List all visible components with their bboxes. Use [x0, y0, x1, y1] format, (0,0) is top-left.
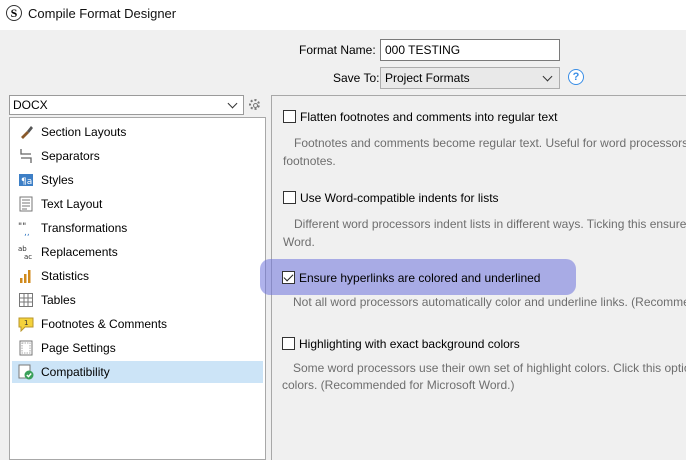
sidebar-list: Section Layouts Separators ¶a Styles Tex…	[9, 117, 266, 460]
scrivener-app-icon: S	[6, 5, 22, 21]
svg-text:,,: ,,	[24, 228, 30, 236]
svg-text:ac: ac	[24, 253, 32, 260]
help-icon[interactable]: ?	[568, 69, 584, 85]
title-bar: S Compile Format Designer	[0, 0, 686, 30]
sidebar-item-styles[interactable]: ¶a Styles	[12, 169, 263, 191]
sidebar-item-tables[interactable]: Tables	[12, 289, 263, 311]
format-type-select[interactable]: DOCX	[9, 95, 244, 115]
save-to-value: Project Formats	[385, 71, 470, 85]
save-to-select[interactable]: Project Formats	[380, 67, 560, 89]
transformations-icon: "",,	[18, 220, 34, 236]
sidebar-item-separators[interactable]: Separators	[12, 145, 263, 167]
format-name-input[interactable]: 000 TESTING	[380, 39, 560, 61]
gear-icon[interactable]	[249, 99, 260, 110]
options-panel-lower: Ensure hyperlinks are colored and underl…	[271, 95, 686, 460]
svg-text:1: 1	[24, 319, 28, 327]
table-icon	[18, 292, 34, 308]
page-settings-icon	[18, 340, 34, 356]
hyperlinks-checkbox[interactable]	[282, 271, 295, 284]
statistics-icon	[18, 268, 34, 284]
window-title: Compile Format Designer	[28, 6, 177, 21]
sidebar-item-footnotes-comments[interactable]: 1 Footnotes & Comments	[12, 313, 263, 335]
svg-text:ab: ab	[18, 245, 27, 253]
text-layout-icon	[18, 196, 34, 212]
highlighting-label[interactable]: Highlighting with exact background color…	[299, 337, 520, 351]
format-name-label: Format Name:	[299, 43, 376, 57]
sidebar-item-statistics[interactable]: Statistics	[12, 265, 263, 287]
format-type-value: DOCX	[13, 98, 48, 112]
highlighting-checkbox[interactable]	[282, 337, 295, 350]
brush-icon	[18, 124, 34, 140]
highlighting-desc-2: colors. (Recommended for Microsoft Word.…	[282, 378, 515, 392]
chevron-down-icon	[227, 98, 238, 108]
sidebar-item-transformations[interactable]: "",, Transformations	[12, 217, 263, 239]
footnote-icon: 1	[18, 316, 34, 332]
sidebar-item-replacements[interactable]: ab ac Replacements	[12, 241, 263, 263]
hyperlinks-label[interactable]: Ensure hyperlinks are colored and underl…	[299, 271, 540, 285]
chevron-down-icon	[542, 71, 553, 81]
highlighting-desc-1: Some word processors use their own set o…	[293, 361, 686, 375]
svg-text:¶a: ¶a	[21, 177, 32, 187]
separator-icon	[18, 148, 34, 164]
sidebar-item-page-settings[interactable]: Page Settings	[12, 337, 263, 359]
compatibility-icon	[18, 364, 34, 380]
sidebar-item-section-layouts[interactable]: Section Layouts	[12, 121, 263, 143]
replacements-icon: ab ac	[18, 244, 34, 260]
styles-icon: ¶a	[18, 172, 34, 188]
sidebar-item-text-layout[interactable]: Text Layout	[12, 193, 263, 215]
save-to-label: Save To:	[333, 71, 380, 85]
sidebar-item-compatibility[interactable]: Compatibility	[12, 361, 263, 383]
hyperlinks-desc-1: Not all word processors automatically co…	[293, 295, 686, 309]
